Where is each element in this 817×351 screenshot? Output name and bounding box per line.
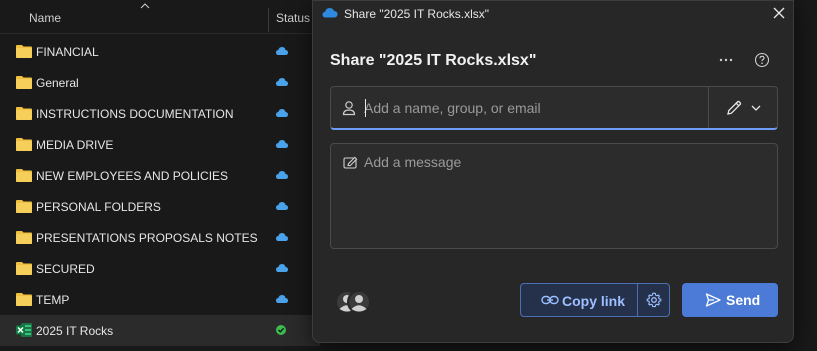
send-icon (705, 293, 721, 307)
link-icon (541, 295, 559, 305)
folder-icon (16, 262, 32, 275)
file-list: FINANCIAL General INSTRUCTIONS DOCUMENTA… (0, 36, 320, 346)
list-item[interactable]: INSTRUCTIONS DOCUMENTATION (0, 98, 320, 129)
list-item[interactable]: PRESENTATIONS PROPOSALS NOTES (0, 222, 320, 253)
help-icon[interactable] (752, 50, 772, 70)
cloud-only-icon (276, 78, 288, 86)
copy-link-button[interactable]: Copy link (521, 284, 637, 316)
message-edit-icon (343, 156, 358, 169)
message-input[interactable] (364, 154, 764, 242)
link-settings-button[interactable] (638, 284, 670, 316)
cloud-only-icon (276, 47, 288, 55)
dialog-heading: Share "2025 IT Rocks.xlsx" (330, 52, 537, 69)
message-box (330, 143, 778, 249)
pencil-edit-icon (727, 100, 742, 115)
folder-icon (16, 200, 32, 213)
send-label: Send (726, 292, 761, 308)
more-options-icon[interactable] (715, 49, 737, 71)
item-name: NEW EMPLOYEES AND POLICIES (36, 169, 229, 183)
list-item[interactable]: MEDIA DRIVE (0, 129, 320, 160)
chevron-down-icon (751, 105, 761, 111)
copy-link-label: Copy link (562, 293, 626, 309)
item-name: General (36, 76, 79, 90)
item-name: INSTRUCTIONS DOCUMENTATION (36, 107, 234, 121)
synced-check-icon (276, 325, 286, 335)
dialog-window-title: Share "2025 IT Rocks.xlsx" (344, 7, 490, 21)
cloud-only-icon (276, 109, 288, 117)
cloud-only-icon (276, 171, 288, 179)
item-name: PRESENTATIONS PROPOSALS NOTES (36, 231, 258, 245)
folder-icon (16, 293, 32, 306)
list-item[interactable]: SECURED (0, 253, 320, 284)
list-item[interactable]: FINANCIAL (0, 36, 320, 67)
cloud-only-icon (276, 202, 288, 210)
share-dialog: Share "2025 IT Rocks.xlsx" Share "2025 I… (312, 0, 794, 343)
folder-icon (16, 138, 32, 151)
send-button[interactable]: Send (682, 283, 778, 317)
text-caret (365, 99, 366, 117)
item-name: TEMP (36, 293, 70, 307)
people-picker (330, 86, 778, 130)
cloud-only-icon (276, 264, 288, 272)
close-icon[interactable] (770, 4, 788, 22)
column-header: Name Status (0, 0, 320, 34)
sort-ascending-icon (140, 3, 150, 9)
item-name: 2025 IT Rocks (36, 324, 114, 338)
people-input[interactable] (364, 98, 694, 118)
list-item[interactable]: TEMP (0, 284, 320, 315)
item-name: SECURED (36, 262, 95, 276)
folder-icon (16, 45, 32, 58)
dialog-titlebar[interactable]: Share "2025 IT Rocks.xlsx" (313, 1, 793, 25)
list-item-selected[interactable]: 2025 IT Rocks (0, 315, 320, 346)
folder-icon (16, 231, 32, 244)
permission-dropdown-button[interactable] (709, 87, 778, 128)
item-name: PERSONAL FOLDERS (36, 200, 161, 214)
gear-icon (646, 292, 662, 308)
list-item[interactable]: PERSONAL FOLDERS (0, 191, 320, 222)
list-item[interactable]: NEW EMPLOYEES AND POLICIES (0, 160, 320, 191)
folder-icon (16, 107, 32, 120)
list-item[interactable]: General (0, 67, 320, 98)
person-icon (342, 101, 356, 116)
excel-file-icon (16, 323, 32, 337)
onedrive-icon (322, 8, 338, 18)
folder-icon (16, 169, 32, 182)
column-divider[interactable] (268, 8, 269, 32)
shared-with-avatars[interactable] (334, 289, 374, 315)
item-name: MEDIA DRIVE (36, 138, 114, 152)
copy-link-group: Copy link (520, 283, 670, 317)
column-name-header[interactable]: Name (29, 11, 61, 25)
item-name: FINANCIAL (36, 45, 99, 59)
cloud-only-icon (276, 295, 288, 303)
cloud-only-icon (276, 140, 288, 148)
cloud-only-icon (276, 233, 288, 241)
folder-icon (16, 76, 32, 89)
column-status-header[interactable]: Status (276, 11, 310, 25)
